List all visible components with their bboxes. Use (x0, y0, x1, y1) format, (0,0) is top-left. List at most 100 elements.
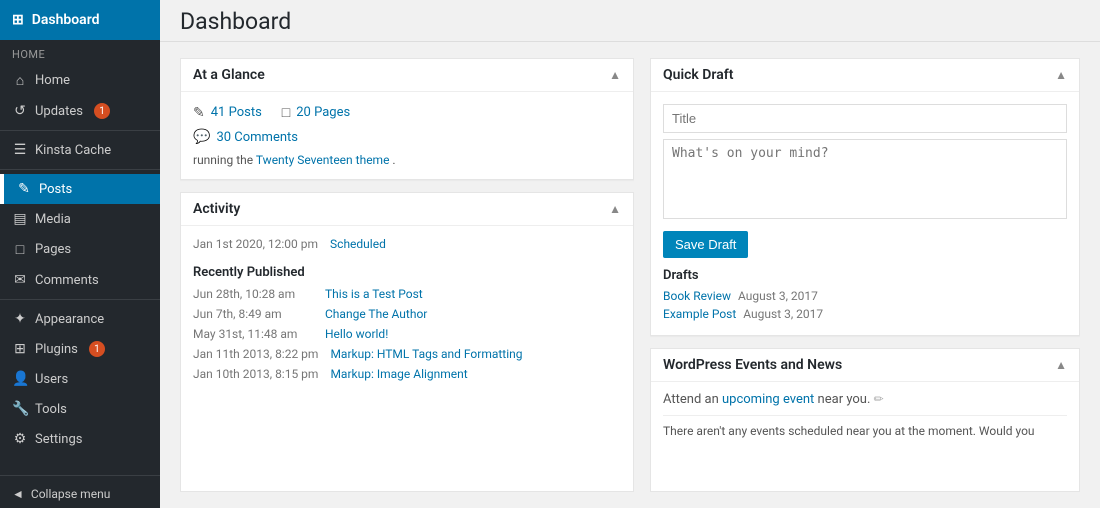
sidebar-divider-3 (0, 299, 160, 300)
sidebar-item-users-label: Users (35, 372, 68, 387)
comments-stat: 💬 30 Comments (193, 129, 621, 145)
sidebar-brand-label: Dashboard (32, 12, 100, 28)
drafts-section: Drafts Book Review August 3, 2017 Exampl… (663, 268, 1067, 323)
posts-stat: ✎ 41 Posts (193, 104, 262, 121)
sidebar-item-pages-label: Pages (35, 242, 71, 257)
activity-row-2: May 31st, 11:48 am Hello world! (193, 324, 621, 344)
posts-count-link[interactable]: 41 Posts (211, 105, 262, 120)
pages-icon: □ (12, 241, 28, 258)
kinsta-cache-icon: ☰ (12, 142, 28, 158)
home-icon: ⌂ (12, 72, 28, 89)
sidebar-item-appearance[interactable]: ✦ Appearance (0, 304, 160, 334)
sidebar-item-pages[interactable]: □ Pages (0, 234, 160, 265)
save-draft-button[interactable]: Save Draft (663, 231, 748, 258)
sidebar-item-appearance-label: Appearance (35, 312, 104, 327)
sidebar-item-comments-label: Comments (35, 273, 99, 288)
draft-item-0: Book Review August 3, 2017 (663, 287, 1067, 305)
attend-text: Attend an (663, 392, 719, 407)
sidebar-item-settings-label: Settings (35, 432, 82, 447)
quick-draft-widget: Quick Draft ▲ Save Draft Drafts Book Rev… (650, 58, 1080, 336)
plugins-badge: 1 (89, 341, 105, 357)
comments-count-link[interactable]: 30 Comments (216, 130, 298, 145)
pages-stat-icon: □ (282, 104, 290, 121)
sidebar-item-tools-label: Tools (35, 402, 67, 417)
draft-link-1[interactable]: Example Post (663, 307, 736, 321)
at-a-glance-collapse[interactable]: ▲ (609, 68, 621, 82)
activity-date-4: Jan 10th 2013, 8:15 pm (193, 367, 318, 381)
sidebar-item-settings[interactable]: ⚙ Settings (0, 424, 160, 454)
theme-link[interactable]: Twenty Seventeen theme (256, 153, 390, 167)
activity-collapse[interactable]: ▲ (609, 202, 621, 216)
draft-body-input[interactable] (663, 139, 1067, 219)
sidebar: ⊞ Dashboard Home ⌂ Home ↺ Updates 1 ☰ Ki… (0, 0, 160, 508)
sidebar-collapse-menu[interactable]: ◄ Collapse menu (0, 480, 160, 508)
activity-row-0: Jun 28th, 10:28 am This is a Test Post (193, 284, 621, 304)
collapse-icon: ◄ (12, 487, 24, 501)
recently-published-label: Recently Published (193, 265, 621, 280)
draft-date-1: August 3, 2017 (743, 307, 823, 321)
activity-row-3: Jan 11th 2013, 8:22 pm Markup: HTML Tags… (193, 344, 621, 364)
sidebar-item-comments[interactable]: ✉ Comments (0, 265, 160, 295)
at-a-glance-header: At a Glance ▲ (181, 59, 633, 92)
sidebar-item-posts-label: Posts (39, 182, 72, 197)
upcoming-event-link[interactable]: upcoming event (722, 392, 814, 407)
activity-date-1: Jun 7th, 8:49 am (193, 307, 313, 321)
at-a-glance-body: ✎ 41 Posts □ 20 Pages 💬 30 Comments ru (181, 92, 633, 179)
draft-item-1: Example Post August 3, 2017 (663, 305, 1067, 323)
activity-title: Activity (193, 201, 240, 217)
sidebar-item-posts[interactable]: ✎ Posts (0, 174, 160, 204)
at-glance-stats: ✎ 41 Posts □ 20 Pages (193, 104, 621, 121)
sidebar-item-updates[interactable]: ↺ Updates 1 (0, 96, 160, 126)
pages-count-link[interactable]: 20 Pages (296, 105, 350, 120)
draft-link-0[interactable]: Book Review (663, 289, 731, 303)
sidebar-item-tools[interactable]: 🔧 Tools (0, 394, 160, 424)
main-content: Dashboard At a Glance ▲ ✎ 41 Posts (160, 0, 1100, 508)
sidebar-item-plugins[interactable]: ⊞ Plugins 1 (0, 334, 160, 364)
wp-events-title: WordPress Events and News (663, 357, 842, 373)
updates-badge: 1 (94, 103, 110, 119)
activity-link-4[interactable]: Markup: Image Alignment (330, 367, 467, 381)
sidebar-item-kinsta-label: Kinsta Cache (35, 143, 111, 158)
quick-draft-title: Quick Draft (663, 67, 733, 83)
sidebar-item-media[interactable]: ▤ Media (0, 204, 160, 234)
draft-title-input[interactable] (663, 104, 1067, 133)
events-attend-text: Attend an upcoming event near you. ✏ (663, 392, 1067, 407)
sidebar-item-home[interactable]: ⌂ Home (0, 65, 160, 96)
no-events-text: There aren't any events scheduled near y… (663, 415, 1067, 438)
activity-body: Jan 1st 2020, 12:00 pm Scheduled Recentl… (181, 226, 633, 392)
theme-text: running the (193, 153, 253, 167)
scheduled-date: Jan 1st 2020, 12:00 pm (193, 237, 318, 251)
wp-events-body: Attend an upcoming event near you. ✏ The… (651, 382, 1079, 448)
quick-draft-header: Quick Draft ▲ (651, 59, 1079, 92)
wp-events-widget: WordPress Events and News ▲ Attend an up… (650, 348, 1080, 492)
activity-link-0[interactable]: This is a Test Post (325, 287, 423, 301)
media-icon: ▤ (12, 211, 28, 227)
sidebar-item-kinsta-cache[interactable]: ☰ Kinsta Cache (0, 135, 160, 165)
dashboard-icon: ⊞ (12, 12, 24, 28)
wp-events-collapse[interactable]: ▲ (1055, 358, 1067, 372)
pages-stat: □ 20 Pages (282, 104, 350, 121)
draft-date-0: August 3, 2017 (738, 289, 818, 303)
drafts-label: Drafts (663, 268, 1067, 283)
collapse-label: Collapse menu (31, 487, 110, 501)
at-a-glance-title: At a Glance (193, 67, 265, 83)
content-area: At a Glance ▲ ✎ 41 Posts □ 20 Pages (160, 42, 1100, 508)
sidebar-item-plugins-label: Plugins (35, 342, 78, 357)
activity-date-3: Jan 11th 2013, 8:22 pm (193, 347, 318, 361)
left-column: At a Glance ▲ ✎ 41 Posts □ 20 Pages (180, 58, 634, 492)
near-you-text: near you. (818, 392, 871, 407)
activity-date-0: Jun 28th, 10:28 am (193, 287, 313, 301)
events-edit-icon[interactable]: ✏ (874, 392, 884, 406)
posts-stat-icon: ✎ (193, 105, 205, 121)
activity-header: Activity ▲ (181, 193, 633, 226)
sidebar-divider-bottom (0, 475, 160, 476)
activity-link-2[interactable]: Hello world! (325, 327, 388, 341)
sidebar-divider-2 (0, 169, 160, 170)
quick-draft-collapse[interactable]: ▲ (1055, 68, 1067, 82)
sidebar-item-users[interactable]: 👤 Users (0, 364, 160, 394)
comments-icon: ✉ (12, 272, 28, 288)
activity-link-1[interactable]: Change The Author (325, 307, 427, 321)
posts-icon: ✎ (16, 181, 32, 197)
activity-link-3[interactable]: Markup: HTML Tags and Formatting (330, 347, 522, 361)
posts-item-wrapper: ✎ Posts All Posts Add New Categories Tag… (0, 174, 160, 204)
